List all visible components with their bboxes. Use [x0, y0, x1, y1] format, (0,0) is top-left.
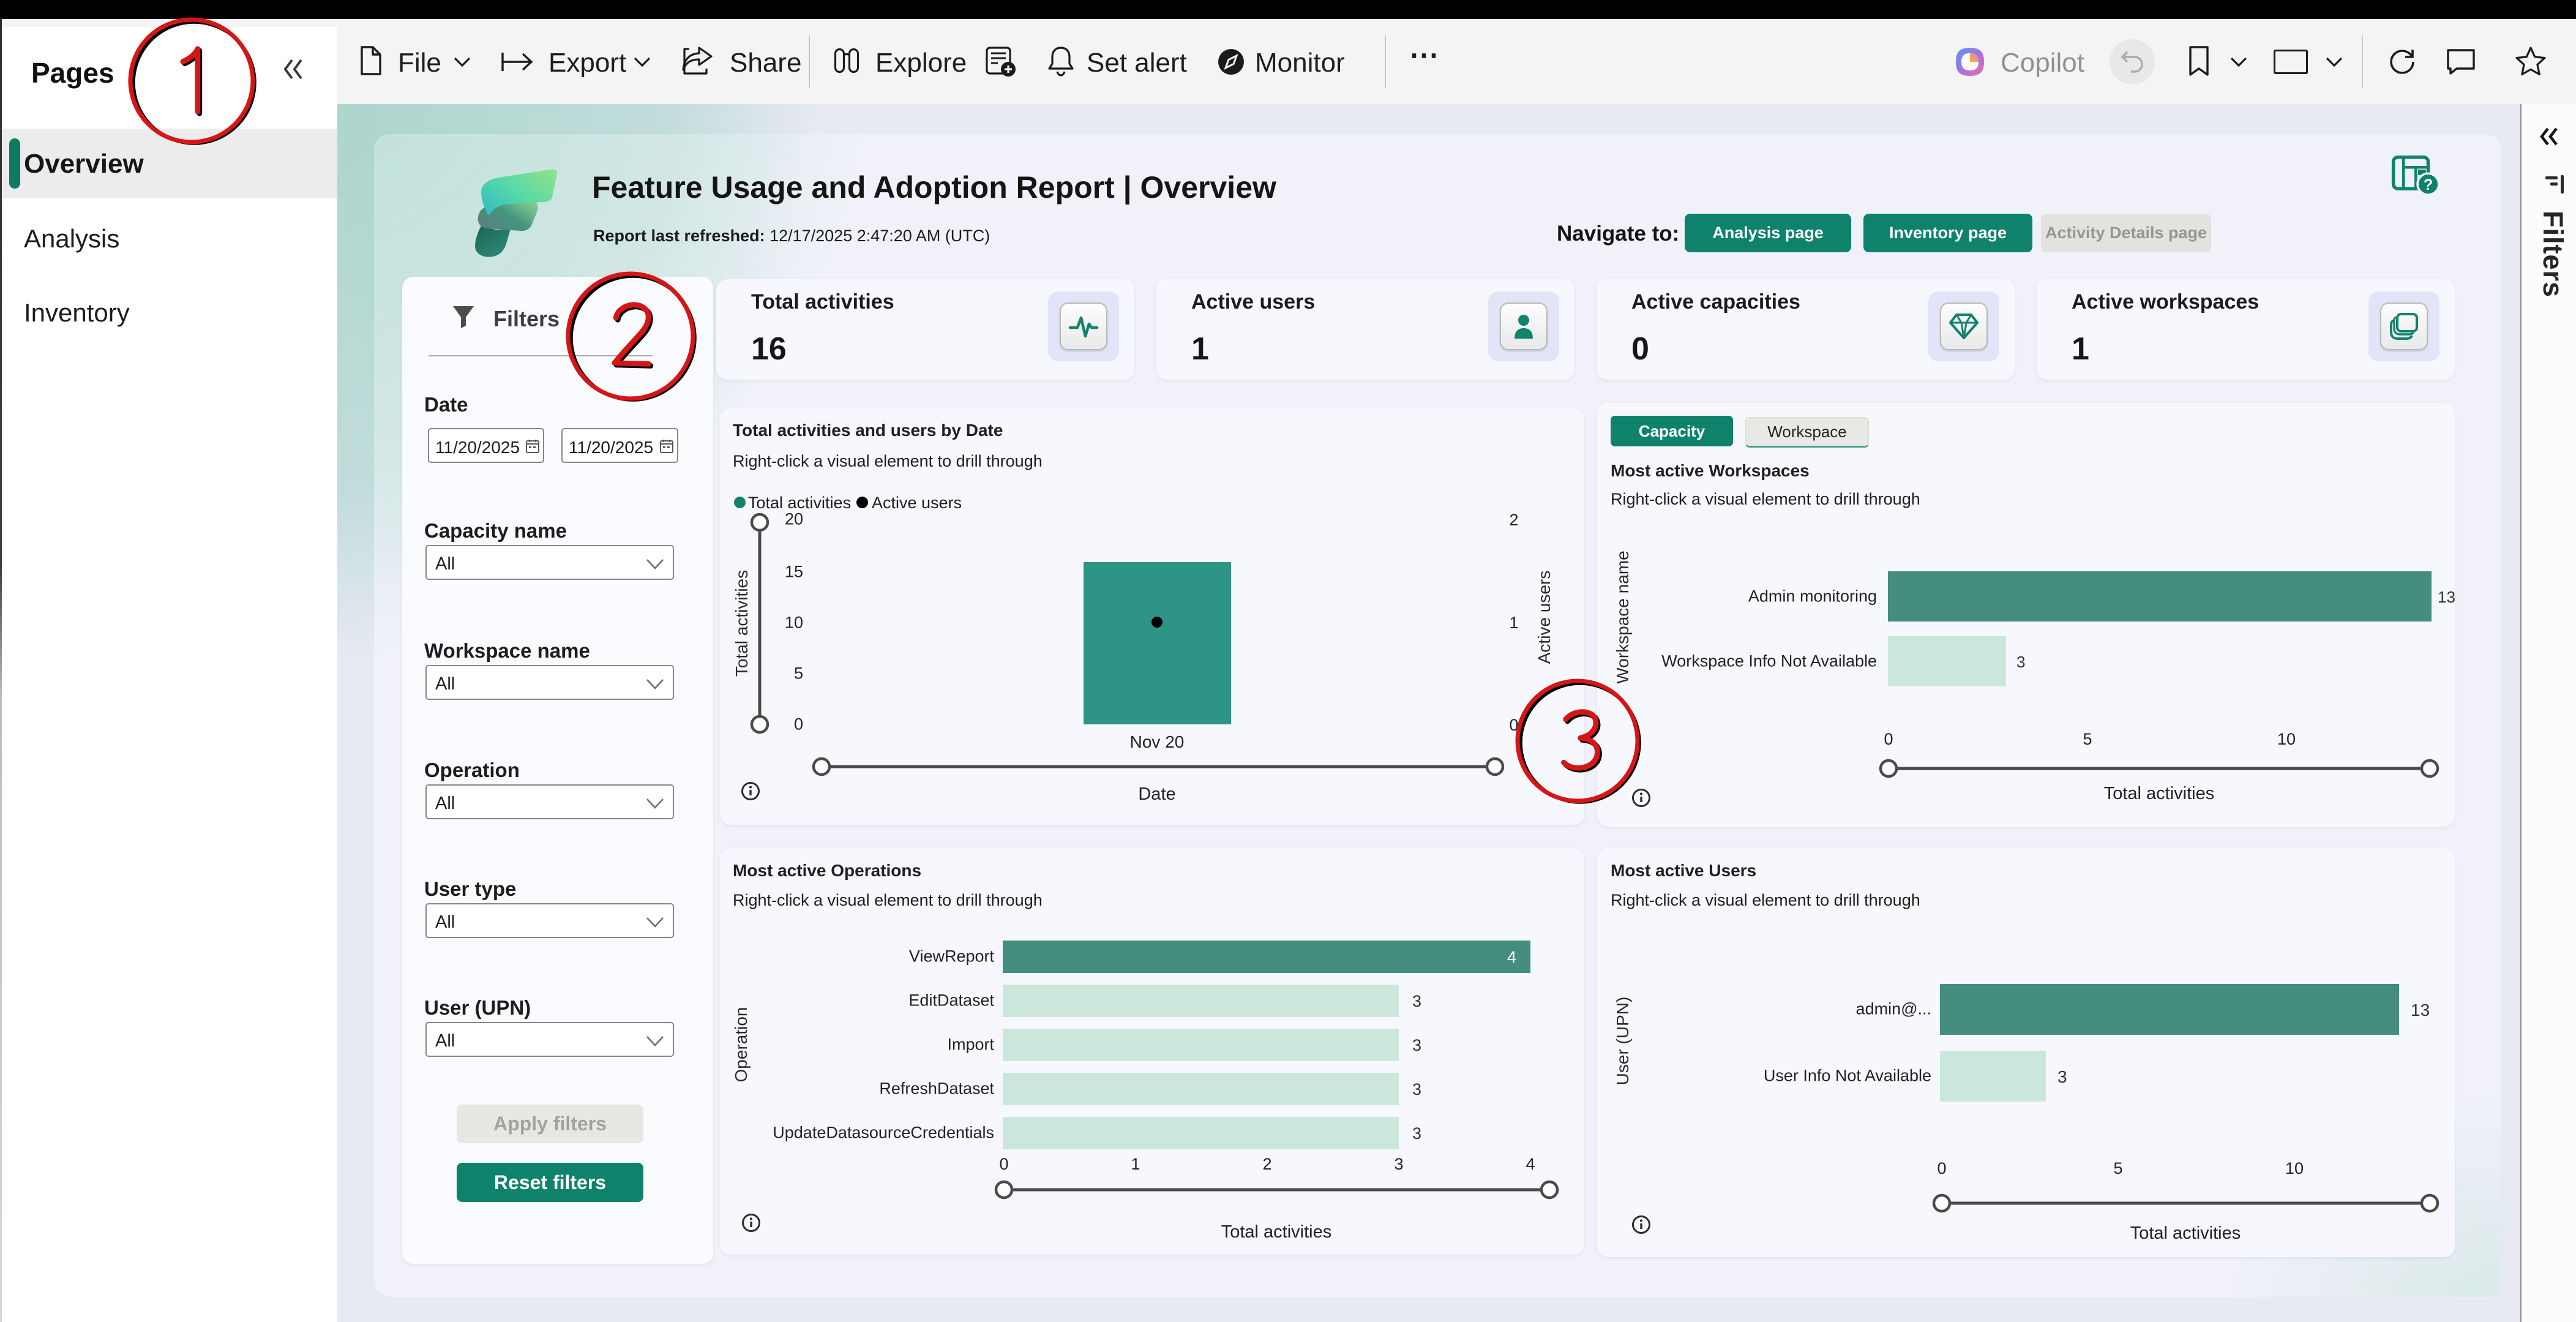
svg-text:?: ?: [2424, 177, 2433, 193]
